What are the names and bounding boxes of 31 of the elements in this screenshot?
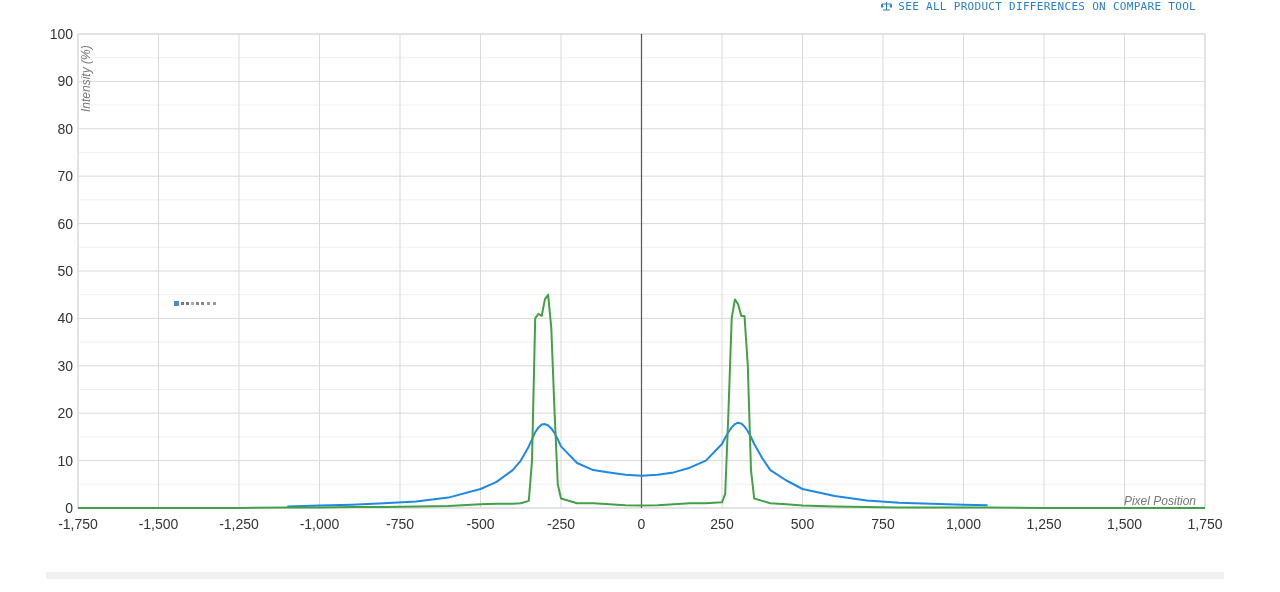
tick-label: -250 [547, 516, 575, 532]
tick-label: -1,500 [138, 516, 179, 532]
tick-label: 10 [57, 452, 73, 469]
tick-label: 30 [57, 357, 73, 374]
tick-label: 50 [57, 263, 73, 279]
tick-label: 60 [57, 215, 73, 232]
tick-label: 70 [57, 168, 73, 185]
tick-label: 80 [57, 120, 73, 137]
tick-label: 0 [65, 500, 73, 516]
tick-label: 1,750 [1187, 516, 1223, 532]
tick-label: 250 [710, 516, 734, 532]
tick-label: 500 [790, 516, 815, 532]
toolbar-icons-drawing [173, 300, 217, 307]
tick-label: 750 [871, 516, 895, 532]
tick-label: -1,000 [299, 516, 340, 532]
tick-label: 20 [57, 405, 73, 422]
tick-label: 1,500 [1107, 516, 1142, 532]
tick-label: -500 [466, 516, 495, 532]
tick-label: 100 [49, 26, 73, 42]
axis-title: Intensity (%) [79, 45, 93, 112]
tick-label: 90 [57, 73, 73, 90]
tick-label: 1,000 [946, 516, 981, 532]
tick-label: 0 [637, 516, 646, 532]
tick-label: 40 [57, 310, 73, 327]
tick-label: -750 [386, 516, 414, 532]
tick-label: 1,250 [1026, 516, 1062, 532]
tick-label: -1,750 [58, 516, 98, 532]
tick-label: -1,250 [219, 516, 259, 532]
compare-tool-link[interactable]: SEE ALL PRODUCT DIFFERENCES ON COMPARE TOOL [881, 0, 1196, 13]
scale-icon [881, 2, 893, 11]
axis-title: Pixel Position [1123, 494, 1196, 508]
